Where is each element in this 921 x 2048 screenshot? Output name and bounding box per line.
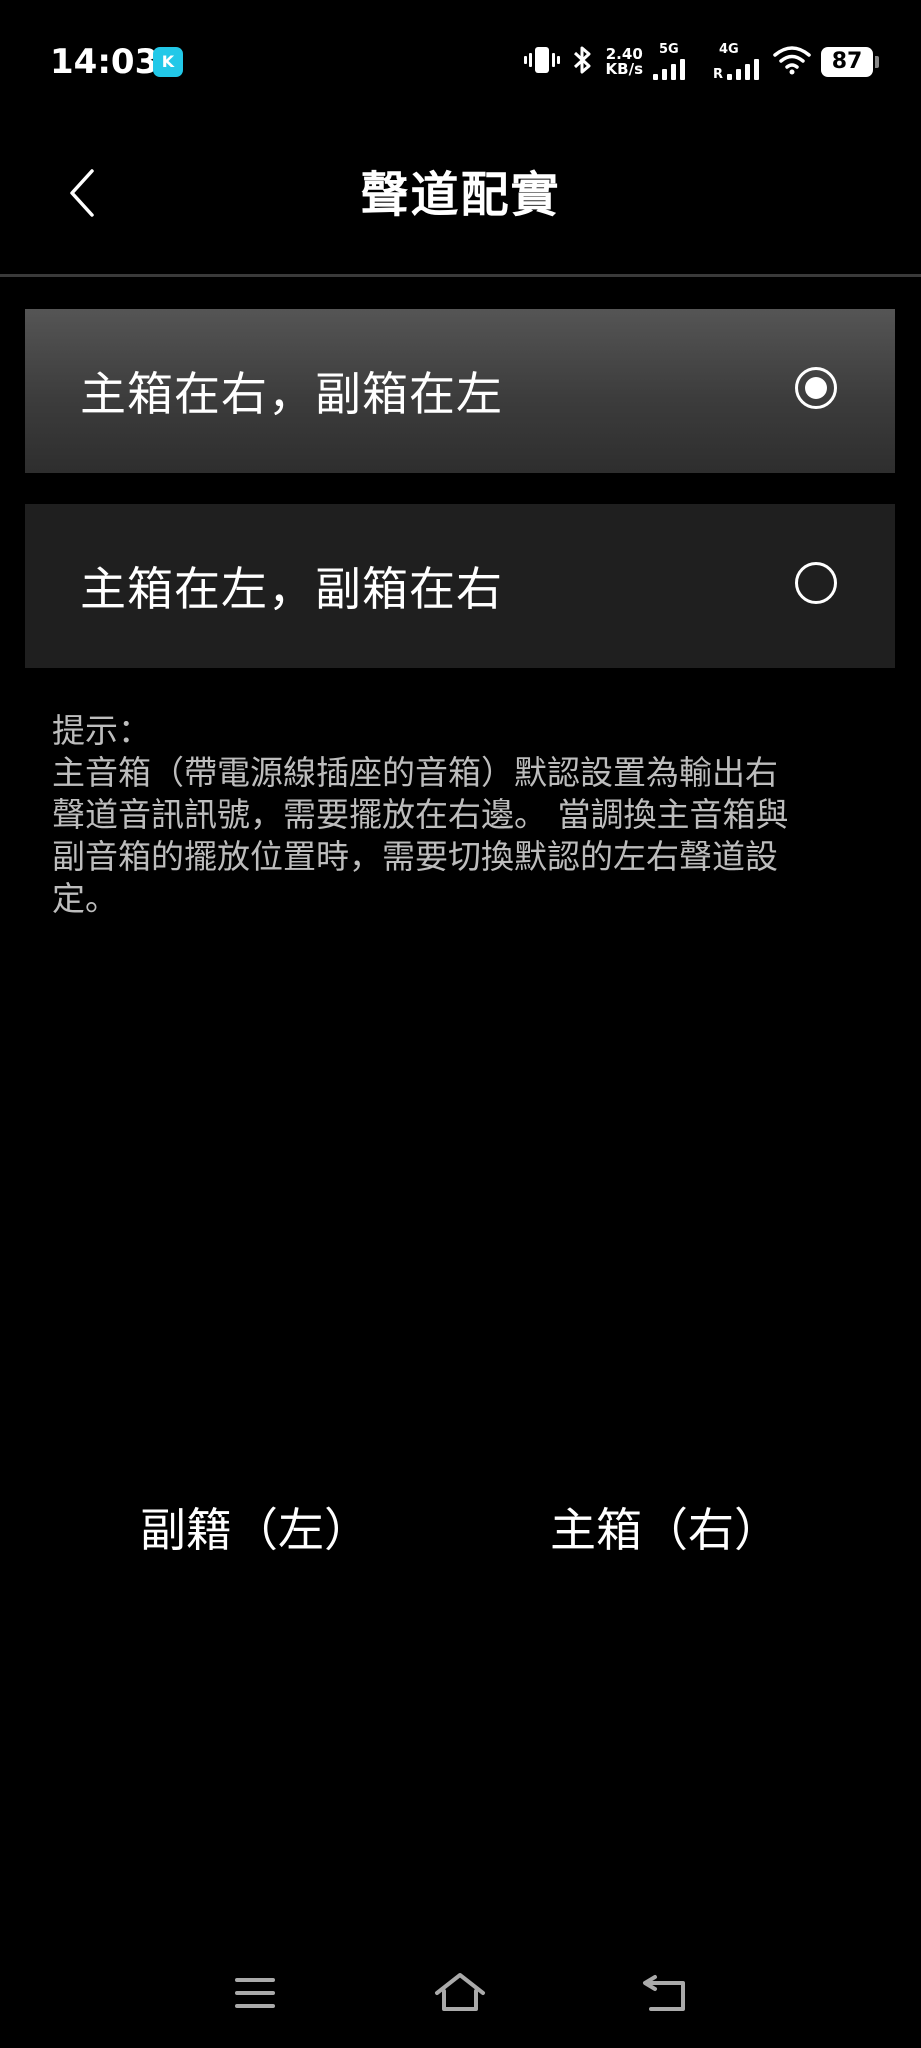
app-notification-icon: K xyxy=(153,47,183,77)
page-title: 聲道配實 xyxy=(360,167,561,223)
hint-body: 主音箱（帶電源線插座的音箱）默認設置為輸出右 聲道音訊訊號，需要擺放在右邊。 當… xyxy=(52,753,789,918)
status-bar: 14:03 K 2.40 KB/s 5G 4G R 87 xyxy=(0,0,921,120)
status-time: 14:03 xyxy=(50,42,159,82)
option-label: 主箱在右，副箱在左 xyxy=(80,367,503,421)
option-main-left[interactable]: 主箱在左，副箱在右 xyxy=(25,504,895,668)
header-divider xyxy=(0,274,921,277)
wifi-icon xyxy=(773,44,811,80)
home-icon xyxy=(434,1971,486,2019)
option-main-right[interactable]: 主箱在右，副箱在左 xyxy=(25,309,895,473)
home-button[interactable] xyxy=(425,1960,495,2030)
network-speed: 2.40 KB/s xyxy=(606,47,643,77)
nav-back-button[interactable] xyxy=(630,1960,700,2030)
signal-icon-sim1: 5G xyxy=(653,42,703,82)
hint-title: 提示： xyxy=(52,711,151,750)
roaming-label: R xyxy=(713,67,724,82)
sim2-network-label: 4G xyxy=(719,42,739,57)
status-icons: 2.40 KB/s 5G 4G R 87 xyxy=(523,40,879,84)
bluetooth-icon xyxy=(570,44,596,80)
radio-button-unselected[interactable] xyxy=(795,562,837,604)
option-label: 主箱在左，副箱在右 xyxy=(80,562,503,616)
speaker-right-label: 主箱（右） xyxy=(550,1503,780,1557)
header: 聲道配實 xyxy=(0,120,921,276)
menu-icon xyxy=(233,1975,277,2015)
navigation-bar xyxy=(0,1960,921,2030)
network-speed-unit: KB/s xyxy=(605,60,643,78)
vibrate-icon xyxy=(523,44,560,80)
back-icon xyxy=(641,1973,689,2017)
menu-button[interactable] xyxy=(220,1960,290,2030)
speaker-left-label: 副籍（左） xyxy=(140,1503,370,1557)
hint-section: 提示： 主音箱（帶電源線插座的音箱）默認設置為輸出右 聲道音訊訊號，需要擺放在右… xyxy=(52,710,872,920)
sim1-network-label: 5G xyxy=(659,42,679,57)
battery-icon: 87 xyxy=(821,47,879,77)
signal-icon-sim2: 4G R xyxy=(713,42,763,82)
radio-button-selected[interactable] xyxy=(795,367,837,409)
